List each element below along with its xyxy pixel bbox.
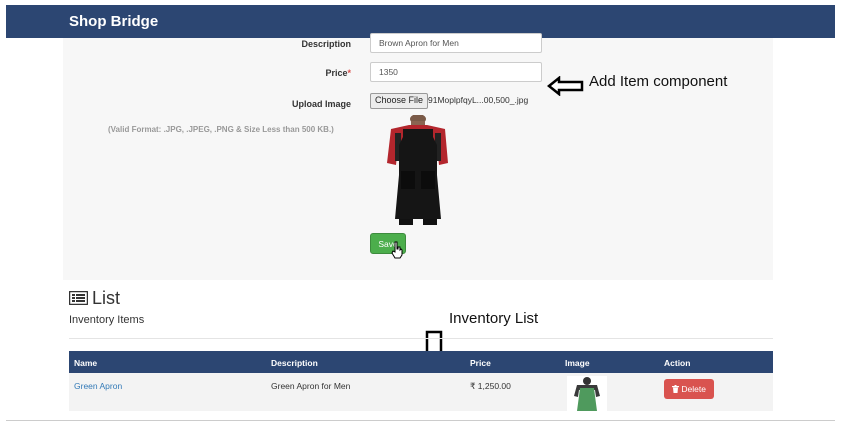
inventory-list-annotation: Inventory List: [449, 310, 539, 327]
item-image: [567, 376, 607, 411]
brand-title[interactable]: Shop Bridge: [69, 13, 158, 30]
item-description: Green Apron for Men: [271, 381, 351, 391]
left-arrow-icon: [547, 76, 584, 96]
choose-file-button[interactable]: Choose File: [370, 93, 429, 109]
column-header-description: Description: [271, 358, 318, 368]
table-header: Name Description Price Image Action: [69, 351, 773, 373]
item-name-link[interactable]: Green Apron: [74, 381, 122, 391]
description-label: Description: [301, 39, 351, 49]
trash-icon: [672, 385, 680, 393]
bottom-divider: [6, 420, 835, 421]
table-row: Green Apron Green Apron for Men ₹ 1,250.…: [69, 373, 773, 411]
upload-image-label: Upload Image: [291, 99, 351, 109]
price-label: Price*: [151, 68, 351, 78]
price-field[interactable]: 1350: [370, 62, 542, 82]
format-hint: (Valid Format: .JPG, .JPEG, .PNG & Size …: [108, 125, 334, 134]
list-title: List: [69, 288, 120, 309]
price-label-text: Price: [325, 68, 348, 78]
column-header-image: Image: [565, 358, 590, 368]
delete-button[interactable]: Delete: [664, 379, 714, 399]
list-icon: [69, 291, 88, 305]
hand-cursor-icon: [391, 241, 403, 259]
add-item-annotation: Add Item component: [589, 73, 728, 90]
column-header-name: Name: [74, 358, 98, 368]
apron-preview-image: [387, 115, 448, 225]
column-header-action: Action: [664, 358, 691, 368]
column-header-price: Price: [470, 358, 491, 368]
item-price: ₹ 1,250.00: [470, 381, 511, 391]
delete-label: Delete: [681, 384, 706, 394]
list-subtitle: Inventory Items: [69, 314, 145, 326]
selected-file-name: 91MoplpfqyL...00,500_.jpg: [428, 95, 529, 105]
divider: [69, 338, 773, 339]
list-title-text: List: [92, 288, 121, 308]
required-asterisk: *: [347, 68, 351, 78]
description-field[interactable]: Brown Apron for Men: [370, 33, 542, 53]
